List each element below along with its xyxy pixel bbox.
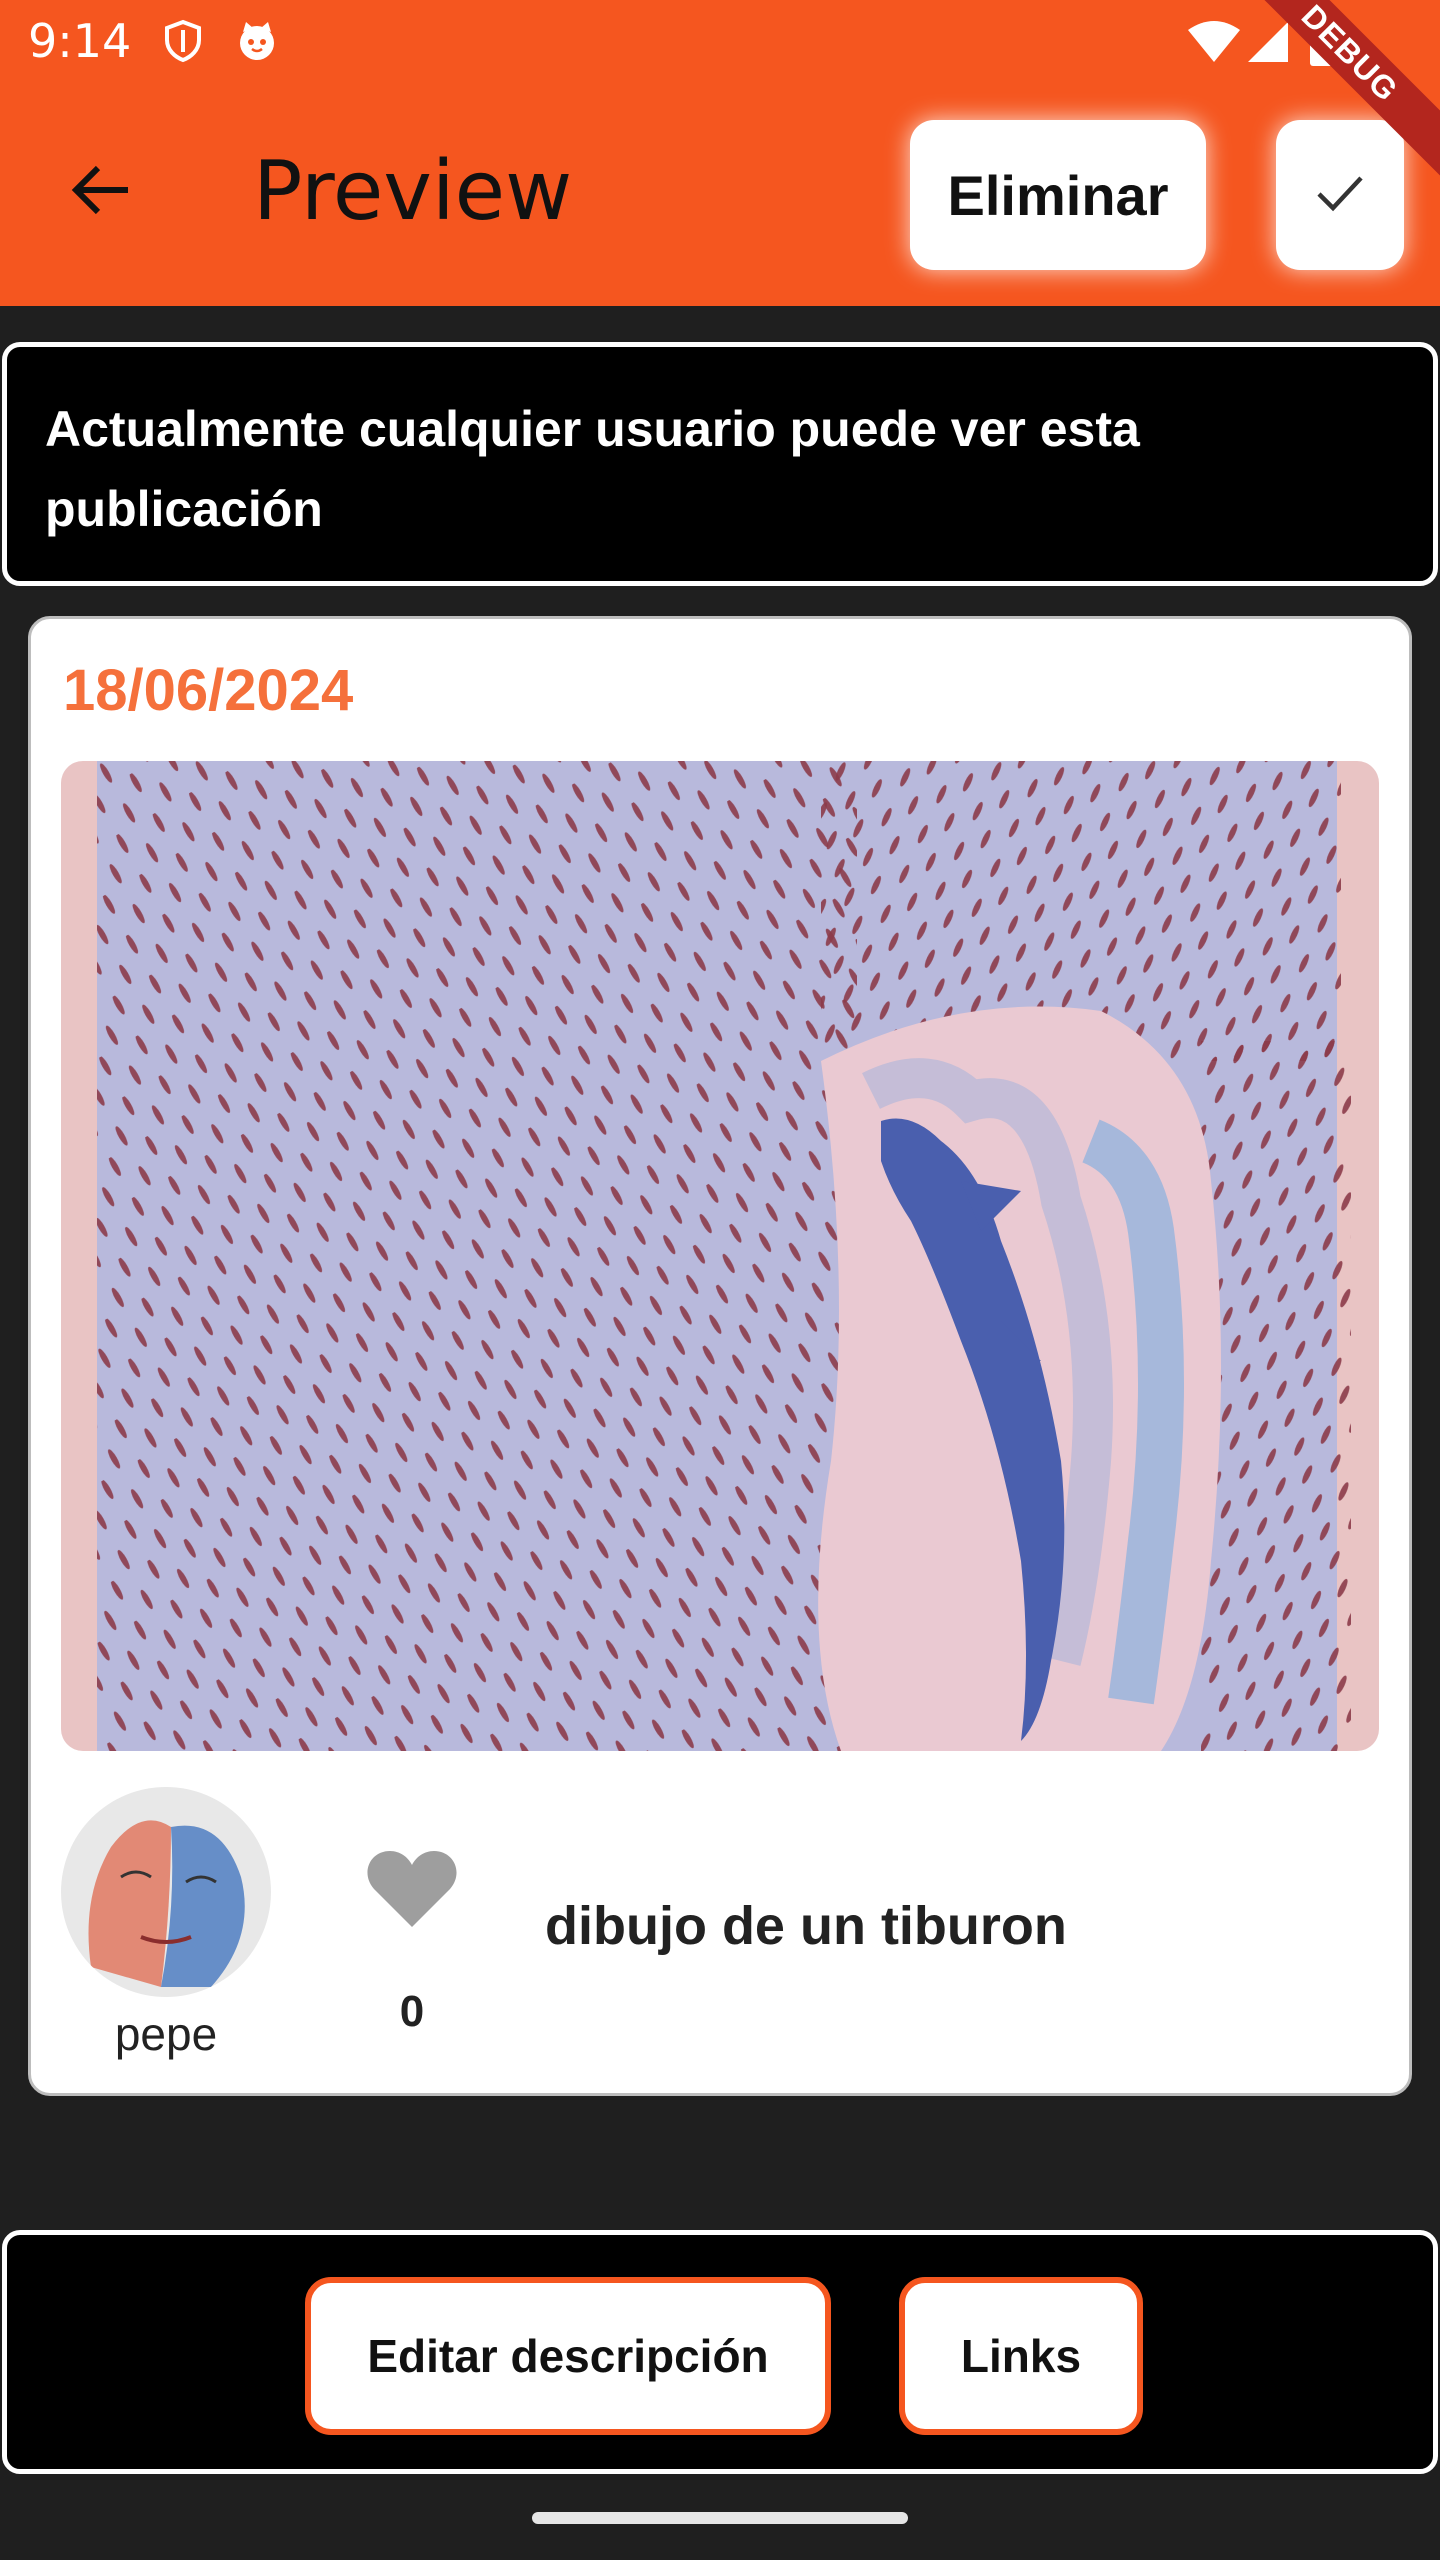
check-icon (1316, 173, 1364, 218)
confirm-button[interactable] (1276, 120, 1404, 270)
author-name: pepe (114, 2008, 218, 2060)
edit-description-button[interactable]: Editar descripción (305, 2277, 831, 2435)
page-title: Preview (253, 144, 573, 239)
like-count: 0 (399, 1987, 425, 2036)
post-date: 18/06/2024 (63, 658, 354, 723)
visibility-banner: Actualmente cualquier usuario puede ver … (2, 342, 1438, 586)
post-card: 18/06/2024 pepe 0 dibujo de un tiburon (28, 616, 1412, 2096)
heart-icon (366, 1849, 458, 1934)
app-bar: Preview Eliminar (0, 84, 1440, 306)
back-button[interactable] (52, 144, 148, 240)
cat-face-icon (234, 18, 280, 64)
visibility-text: Actualmente cualquier usuario puede ver … (45, 401, 1140, 537)
status-bar: 9:14 (0, 0, 1440, 84)
post-image[interactable] (61, 761, 1379, 1751)
like-button[interactable] (357, 1841, 467, 1941)
wifi-icon (1186, 20, 1242, 64)
bottom-action-bar: Editar descripción Links (2, 2230, 1438, 2474)
signal-icon (1246, 20, 1290, 64)
links-button[interactable]: Links (899, 2277, 1143, 2435)
arrow-back-icon (68, 162, 132, 223)
avatar[interactable] (61, 1787, 271, 1997)
post-description: dibujo de un tiburon (545, 1896, 1067, 1956)
delete-button[interactable]: Eliminar (910, 120, 1206, 270)
status-time: 9:14 (28, 14, 132, 68)
shield-icon (160, 18, 206, 64)
home-indicator[interactable] (532, 2512, 908, 2524)
